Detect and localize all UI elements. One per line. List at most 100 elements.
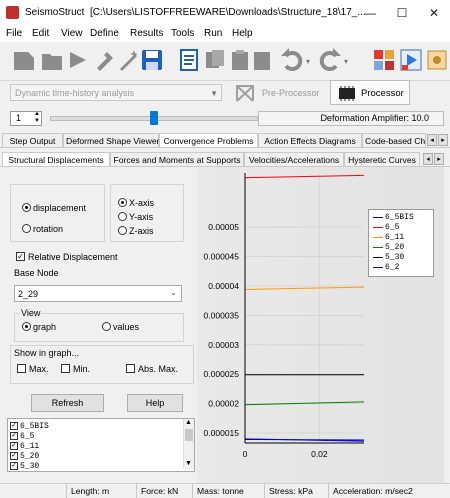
redo-dropdown-icon[interactable]: ▾ bbox=[344, 57, 348, 66]
node-checkbox[interactable]: ✓ bbox=[10, 422, 18, 430]
legend-label: 5_20 bbox=[385, 243, 405, 252]
analysis-type-select[interactable]: Dynamic time-history analysis ▼ bbox=[10, 84, 222, 101]
tabs-scroll-left-icon[interactable]: ◂ bbox=[427, 134, 437, 146]
step-value: 1 bbox=[16, 113, 22, 123]
base-node-value: 2_29 bbox=[18, 289, 39, 299]
new-file-icon[interactable] bbox=[12, 48, 36, 72]
step-slider-handle[interactable] bbox=[150, 111, 158, 125]
displacement-radio[interactable] bbox=[22, 203, 31, 212]
tab-structural-displacements[interactable]: Structural Displacements bbox=[2, 152, 110, 166]
preprocessor-button[interactable]: Pre-Processor bbox=[234, 83, 322, 103]
redo-icon[interactable] bbox=[318, 48, 342, 72]
settings-icon[interactable] bbox=[425, 48, 449, 72]
run-icon[interactable] bbox=[399, 48, 423, 72]
paste-special-icon[interactable] bbox=[250, 48, 274, 72]
close-button[interactable]: ✕ bbox=[418, 0, 450, 26]
node-checkbox[interactable]: ✓ bbox=[10, 452, 18, 460]
z-axis-radio[interactable] bbox=[118, 226, 127, 235]
menu-file[interactable]: File bbox=[6, 26, 22, 42]
y-tick-label: 0.00004 bbox=[208, 281, 239, 291]
node-label: 6_5 bbox=[20, 432, 35, 442]
list-item[interactable]: ✓ 6_11 bbox=[10, 442, 39, 451]
legend-swatch bbox=[373, 257, 383, 258]
displacement-label: displacement bbox=[33, 203, 87, 213]
tab-forces-moments-supports[interactable]: Forces and Moments at Supports bbox=[110, 152, 244, 166]
y-tick-label: 0.00002 bbox=[208, 399, 239, 409]
rotation-radio[interactable] bbox=[22, 224, 31, 233]
processor-button[interactable]: Processor bbox=[330, 80, 410, 105]
min-checkbox[interactable] bbox=[61, 364, 70, 373]
menu-edit[interactable]: Edit bbox=[32, 26, 49, 42]
chart-legend: 6_5BIS 6_5 6_11 5_20 5_30 6_2 bbox=[368, 209, 434, 277]
subtabs-scroll-left-icon[interactable]: ◂ bbox=[423, 153, 433, 165]
status-stress: Stress: kPa bbox=[264, 484, 328, 498]
y-axis-radio[interactable] bbox=[118, 212, 127, 221]
deformation-amplifier[interactable]: Deformation Amplifier: 10.0 bbox=[258, 111, 444, 126]
menu-tools[interactable]: Tools bbox=[171, 26, 194, 42]
tab-deformed-shape-viewer[interactable]: Deformed Shape Viewer bbox=[63, 133, 159, 147]
node-label: 5_30 bbox=[20, 462, 40, 472]
legend-swatch bbox=[373, 247, 383, 248]
subtabs-scroll-right-icon[interactable]: ▸ bbox=[434, 153, 444, 165]
legend-swatch bbox=[373, 227, 383, 228]
spinner-arrows-icon[interactable]: ▲ ▼ bbox=[34, 111, 40, 125]
menu-view[interactable]: View bbox=[61, 26, 83, 42]
wand-icon[interactable] bbox=[117, 48, 141, 72]
max-checkbox[interactable] bbox=[17, 364, 26, 373]
tab-hysteretic-curves[interactable]: Hysteretic Curves bbox=[344, 152, 420, 166]
copy-icon[interactable] bbox=[203, 48, 227, 72]
node-list[interactable]: ✓ 6_5BIS ✓ 6_5 ✓ 6_11 ✓ 5_20 ✓ 5_30 ▲ ▼ bbox=[7, 418, 195, 472]
step-spinner[interactable]: 1 ▲ ▼ bbox=[10, 111, 42, 126]
tools-icon[interactable] bbox=[93, 48, 117, 72]
scroll-up-icon[interactable]: ▲ bbox=[185, 419, 192, 426]
processor-label: Processor bbox=[361, 88, 404, 99]
scroll-thumb[interactable] bbox=[185, 429, 193, 441]
menu-results[interactable]: Results bbox=[130, 26, 163, 42]
tab-step-output[interactable]: Step Output bbox=[2, 133, 63, 147]
abs-max-checkbox[interactable] bbox=[126, 364, 135, 373]
relative-displacement-checkbox[interactable]: ✓ bbox=[16, 252, 25, 261]
menu-help[interactable]: Help bbox=[232, 26, 253, 42]
cut-icon[interactable] bbox=[66, 48, 90, 72]
list-item[interactable]: ✓ 6_5 bbox=[10, 432, 34, 441]
list-item[interactable]: ✓ 6_5BIS bbox=[10, 422, 49, 431]
show-in-graph-label: Show in graph... bbox=[14, 348, 80, 358]
scroll-down-icon[interactable]: ▼ bbox=[185, 460, 192, 467]
base-node-select[interactable]: 2_29 ⌄ bbox=[14, 285, 182, 302]
help-button[interactable]: Help bbox=[127, 394, 183, 412]
node-checkbox[interactable]: ✓ bbox=[10, 462, 18, 470]
maximize-button[interactable]: ☐ bbox=[386, 0, 418, 26]
tab-action-effects-diagrams[interactable]: Action Effects Diagrams bbox=[258, 133, 362, 147]
undo-icon[interactable] bbox=[280, 48, 304, 72]
paste-icon[interactable] bbox=[228, 48, 252, 72]
list-item[interactable]: ✓ 5_20 bbox=[10, 452, 39, 461]
list-scrollbar[interactable]: ▲ ▼ bbox=[183, 419, 194, 469]
sub-tab-bar: Structural Displacements Forces and Mome… bbox=[0, 152, 450, 166]
tabs-scroll-right-icon[interactable]: ▸ bbox=[438, 134, 448, 146]
node-label: 5_20 bbox=[20, 452, 40, 462]
values-radio[interactable] bbox=[102, 322, 111, 331]
graph-radio[interactable] bbox=[22, 322, 31, 331]
list-item[interactable]: ✓ 5_30 bbox=[10, 462, 39, 471]
open-file-icon[interactable] bbox=[40, 48, 64, 72]
node-checkbox[interactable]: ✓ bbox=[10, 432, 18, 440]
minimize-button[interactable]: — bbox=[354, 0, 386, 26]
x-axis-radio[interactable] bbox=[118, 198, 127, 207]
tab-code-based-checks[interactable]: Code-based Ch bbox=[362, 133, 426, 147]
node-checkbox[interactable]: ✓ bbox=[10, 442, 18, 450]
status-acceleration: Acceleration: m/sec2 bbox=[328, 484, 448, 498]
undo-dropdown-icon[interactable]: ▾ bbox=[306, 57, 310, 66]
tab-convergence-problems[interactable]: Convergence Problems bbox=[159, 133, 258, 147]
graph-label: graph bbox=[33, 322, 57, 332]
legend-label: 6_5 bbox=[385, 223, 400, 232]
save-icon[interactable] bbox=[140, 48, 164, 72]
grid-view-icon[interactable] bbox=[372, 48, 396, 72]
x-tick-label: 0.02 bbox=[311, 449, 328, 459]
view-label: View bbox=[20, 308, 42, 318]
menu-define[interactable]: Define bbox=[90, 26, 119, 42]
menu-run[interactable]: Run bbox=[204, 26, 222, 42]
refresh-button[interactable]: Refresh bbox=[31, 394, 104, 412]
tab-velocities-accelerations[interactable]: Velocities/Accelerations bbox=[244, 152, 344, 166]
relative-displacement-label: Relative Displacement bbox=[28, 252, 118, 262]
report-icon[interactable] bbox=[178, 48, 202, 72]
